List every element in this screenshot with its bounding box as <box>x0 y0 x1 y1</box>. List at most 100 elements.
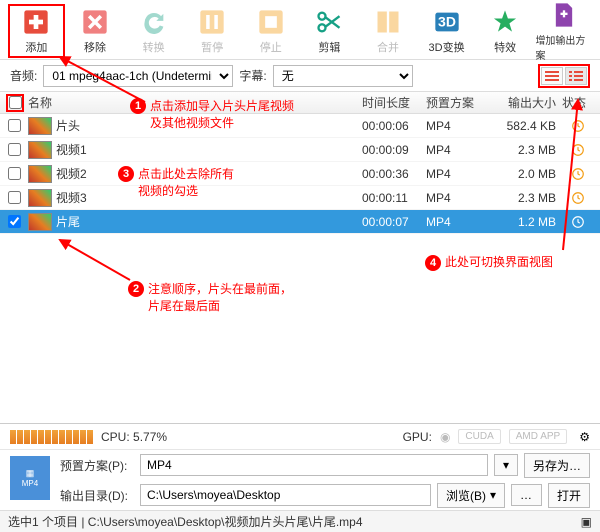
profile-input[interactable] <box>140 454 488 476</box>
clock-icon <box>562 167 594 181</box>
star-icon <box>491 8 519 36</box>
clock-icon <box>562 143 594 157</box>
file-profile: MP4 <box>426 191 498 205</box>
file-name: 视频3 <box>56 189 362 206</box>
clock-icon <box>562 215 594 229</box>
plus-icon <box>22 8 50 36</box>
pause-icon <box>198 8 226 36</box>
doc-plus-icon <box>550 1 578 29</box>
col-status[interactable]: 状态 <box>562 94 594 111</box>
profile-dropdown-button[interactable]: ▾ <box>494 454 518 476</box>
file-size: 1.2 MB <box>498 215 562 229</box>
col-duration[interactable]: 时间长度 <box>362 94 426 111</box>
profile-label: 预置方案(P): <box>60 457 134 474</box>
thumbnail-icon <box>28 165 52 183</box>
list-icon <box>545 71 559 81</box>
audio-label: 音频: <box>10 67 37 84</box>
view-list-button[interactable] <box>541 67 563 85</box>
outdir-row: 输出目录(D): 浏览(B) ▾ … 打开 <box>50 480 600 510</box>
gear-icon[interactable]: ⚙ <box>579 430 590 444</box>
file-profile: MP4 <box>426 167 498 181</box>
annotation-4: 4此处可切换界面视图 <box>425 253 553 271</box>
file-list: 片头 00:00:06 MP4 582.4 KB 视频1 00:00:09 MP… <box>0 114 600 234</box>
thumbnail-icon <box>28 117 52 135</box>
expand-icon[interactable]: ▣ <box>581 515 592 529</box>
saveas-button[interactable]: 另存为… <box>524 453 590 478</box>
row-checkbox[interactable] <box>8 215 21 228</box>
clock-icon <box>562 119 594 133</box>
col-size[interactable]: 输出大小 <box>498 94 562 111</box>
profile-row: 预置方案(P): ▾ 另存为… <box>50 450 600 480</box>
scissors-icon <box>315 8 343 36</box>
select-all-checkbox[interactable] <box>6 94 24 112</box>
gpu-label: GPU: <box>403 430 432 444</box>
annotation-2: 2注意顺序，片头在最前面， 片尾在最后面 <box>128 280 292 314</box>
amd-badge: AMD APP <box>509 429 567 444</box>
file-duration: 00:00:07 <box>362 215 426 229</box>
pause-button[interactable]: 暂停 <box>184 4 241 58</box>
row-checkbox[interactable] <box>8 119 21 132</box>
file-size: 2.3 MB <box>498 143 562 157</box>
file-profile: MP4 <box>426 143 498 157</box>
row-checkbox[interactable] <box>8 191 21 204</box>
view-detail-button[interactable] <box>565 67 587 85</box>
convert-button[interactable]: 转换 <box>125 4 182 58</box>
browse-button[interactable]: 浏览(B) ▾ <box>437 483 505 508</box>
open-button[interactable]: 打开 <box>548 483 590 508</box>
table-row[interactable]: 视频3 00:00:11 MP4 2.3 MB <box>0 186 600 210</box>
clip-button[interactable]: 剪辑 <box>301 4 358 58</box>
table-row[interactable]: 视频1 00:00:09 MP4 2.3 MB <box>0 138 600 162</box>
cuda-badge: CUDA <box>458 429 500 444</box>
file-name: 视频2 <box>56 165 362 182</box>
file-duration: 00:00:06 <box>362 119 426 133</box>
audio-subtitle-bar: 音频: 01 mpeg4aac-1ch (Undetermined) 字幕: 无 <box>0 60 600 92</box>
table-row[interactable]: 视频2 00:00:36 MP4 2.0 MB <box>0 162 600 186</box>
thumbnail-icon <box>28 141 52 159</box>
tool-label: 添加 <box>25 39 47 55</box>
status-bar: 选中1 个项目 | C:\Users\moyea\Desktop\视频加片头片尾… <box>0 510 600 532</box>
file-duration: 00:00:11 <box>362 191 426 205</box>
tool-label: 合并 <box>377 39 399 55</box>
remove-button[interactable]: 移除 <box>67 4 124 58</box>
file-size: 2.0 MB <box>498 167 562 181</box>
svg-text:3D: 3D <box>438 13 456 29</box>
col-name[interactable]: 名称 <box>24 94 362 111</box>
add-profile-button[interactable]: 增加输出方案 <box>535 4 592 58</box>
row-checkbox[interactable] <box>8 143 21 156</box>
file-name: 片头 <box>56 117 362 134</box>
x-icon <box>81 8 109 36</box>
main-toolbar: 添加 移除 转换 暂停 停止 剪辑 合并 3D 3D变换 特效 增加输出方案 <box>0 0 600 60</box>
tool-label: 剪辑 <box>318 39 340 55</box>
outdir-input[interactable] <box>140 484 431 506</box>
3d-button[interactable]: 3D 3D变换 <box>418 4 475 58</box>
table-row[interactable]: 片头 00:00:06 MP4 582.4 KB <box>0 114 600 138</box>
col-profile[interactable]: 预置方案 <box>426 94 498 111</box>
file-duration: 00:00:09 <box>362 143 426 157</box>
tool-label: 暂停 <box>201 39 223 55</box>
fx-button[interactable]: 特效 <box>477 4 534 58</box>
subtitle-select[interactable]: 无 <box>273 65 413 87</box>
3d-icon: 3D <box>433 8 461 36</box>
clock-icon <box>562 191 594 205</box>
thumbnail-icon <box>28 213 52 231</box>
tool-label: 特效 <box>494 39 516 55</box>
table-header: 名称 时间长度 预置方案 输出大小 状态 <box>0 92 600 114</box>
dots-button[interactable]: … <box>511 484 542 506</box>
file-size: 2.3 MB <box>498 191 562 205</box>
tool-label: 停止 <box>260 39 282 55</box>
stop-icon <box>257 8 285 36</box>
cpu-gpu-bar: CPU: 5.77% GPU: ◉ CUDA AMD APP ⚙ <box>0 424 600 450</box>
refresh-icon <box>140 8 168 36</box>
stop-button[interactable]: 停止 <box>242 4 299 58</box>
tool-label: 移除 <box>84 39 106 55</box>
merge-button[interactable]: 合并 <box>360 4 417 58</box>
cpu-label: CPU: 5.77% <box>101 430 167 444</box>
file-size: 582.4 KB <box>498 119 562 133</box>
thumbnail-icon <box>28 189 52 207</box>
outdir-label: 输出目录(D): <box>60 487 134 504</box>
table-row[interactable]: 片尾 00:00:07 MP4 1.2 MB <box>0 210 600 234</box>
row-checkbox[interactable] <box>8 167 21 180</box>
profile-icon: ▦MP4 <box>10 456 50 500</box>
add-button[interactable]: 添加 <box>8 4 65 58</box>
audio-select[interactable]: 01 mpeg4aac-1ch (Undetermined) <box>43 65 233 87</box>
